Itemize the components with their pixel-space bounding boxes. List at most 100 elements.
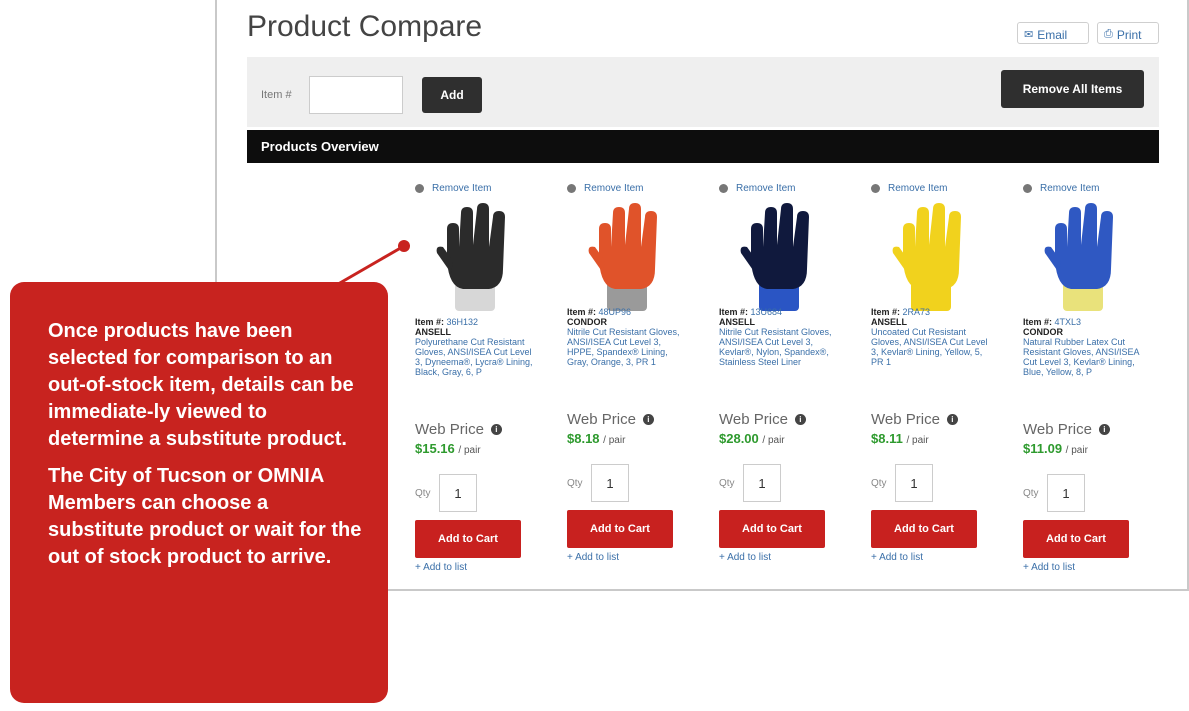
qty-input[interactable]: 1 [1047, 474, 1085, 512]
add-to-list-link[interactable]: + Add to list [719, 552, 771, 563]
remove-circle-icon [871, 184, 880, 193]
remove-circle-icon [415, 184, 424, 193]
info-circle-icon[interactable]: i [946, 414, 958, 425]
add-to-cart-button[interactable]: Add to Cart [1023, 520, 1129, 558]
add-to-list-link[interactable]: + Add to list [415, 562, 467, 573]
add-to-list-link[interactable]: + Add to list [567, 552, 619, 563]
email-label: Email [1037, 27, 1068, 42]
qty-input[interactable]: 1 [895, 464, 933, 502]
callout-paragraph-1: Once products have been selected for com… [48, 320, 354, 450]
qty-label: Qty [567, 478, 583, 489]
remove-item-link[interactable]: Remove Item [719, 183, 795, 194]
remove-item-label: Remove Item [1040, 183, 1100, 194]
envelope-icon: ✉ [1024, 29, 1034, 41]
web-price-label: Web Price i [719, 411, 806, 428]
glove-product-image[interactable] [719, 201, 839, 313]
price-unit: / pair [603, 435, 626, 446]
brand-name: CONDOR [567, 317, 607, 327]
product-description[interactable]: Nitrile Cut Resistant Gloves, ANSI/ISEA … [567, 327, 687, 367]
item-number-value[interactable]: 4TXL3 [1055, 317, 1082, 327]
product-card: Remove Item Item #: 48UP96 CONDOR Nitril… [567, 183, 697, 583]
product-description[interactable]: Uncoated Cut Resistant Gloves, ANSI/ISEA… [871, 327, 991, 367]
remove-circle-icon [719, 184, 728, 193]
web-price-label: Web Price i [1023, 421, 1110, 438]
product-card: Remove Item Item #: 2RA73 ANSELL Uncoate… [871, 183, 1001, 583]
price-unit: / pair [1065, 445, 1088, 456]
add-to-cart-button[interactable]: Add to Cart [871, 510, 977, 548]
remove-item-label: Remove Item [432, 183, 492, 194]
email-button[interactable]: ✉ Email [1017, 22, 1089, 44]
item-number-value[interactable]: 36H132 [447, 317, 479, 327]
product-details: Item #: 2RA73 ANSELL Uncoated Cut Resist… [871, 307, 991, 367]
add-to-list-link[interactable]: + Add to list [871, 552, 923, 563]
web-price-label: Web Price i [415, 421, 502, 438]
glove-product-image[interactable] [567, 201, 687, 313]
price-value: $28.00 [719, 431, 759, 446]
item-number-input[interactable] [309, 76, 403, 114]
price-unit: / pair [458, 445, 481, 456]
compare-toolbar: Item # Add Remove All Items [247, 57, 1159, 127]
product-details: Item #: 48UP96 CONDOR Nitrile Cut Resist… [567, 307, 687, 367]
remove-item-link[interactable]: Remove Item [415, 183, 491, 194]
glove-product-image[interactable] [1023, 201, 1143, 313]
product-details: Item #: 36H132 ANSELL Polyurethane Cut R… [415, 317, 535, 377]
price-value: $11.09 [1023, 441, 1063, 456]
brand-name: ANSELL [719, 317, 755, 327]
callout-paragraph-2: The City of Tucson or OMNIA Members can … [48, 465, 362, 568]
info-circle-icon[interactable]: i [1098, 424, 1110, 435]
remove-item-label: Remove Item [888, 183, 948, 194]
remove-item-link[interactable]: Remove Item [871, 183, 947, 194]
web-price-text: Web Price [1023, 421, 1092, 438]
qty-input[interactable]: 1 [591, 464, 629, 502]
product-details: Item #: 13U684 ANSELL Nitrile Cut Resist… [719, 307, 839, 367]
remove-item-link[interactable]: Remove Item [567, 183, 643, 194]
add-to-list-link[interactable]: + Add to list [1023, 562, 1075, 573]
info-circle-icon[interactable]: i [794, 414, 806, 425]
qty-label: Qty [1023, 488, 1039, 499]
product-description[interactable]: Polyurethane Cut Resistant Gloves, ANSI/… [415, 337, 535, 377]
item-number-value[interactable]: 13U684 [751, 307, 783, 317]
qty-input[interactable]: 1 [439, 474, 477, 512]
page-title: Product Compare [247, 10, 483, 43]
item-number-value[interactable]: 48UP96 [599, 307, 632, 317]
qty-label: Qty [719, 478, 735, 489]
add-item-button[interactable]: Add [422, 77, 482, 113]
item-number-prefix: Item #: [415, 317, 445, 327]
product-description[interactable]: Nitrile Cut Resistant Gloves, ANSI/ISEA … [719, 327, 839, 367]
item-number-value[interactable]: 2RA73 [903, 307, 931, 317]
glove-product-image[interactable] [871, 201, 991, 313]
product-price: $28.00 / pair [719, 431, 785, 446]
product-price: $11.09 / pair [1023, 441, 1088, 456]
products-overview-label: Products Overview [261, 139, 379, 154]
add-to-cart-button[interactable]: Add to Cart [567, 510, 673, 548]
product-description[interactable]: Natural Rubber Latex Cut Resistant Glove… [1023, 337, 1143, 377]
brand-name: ANSELL [415, 327, 451, 337]
remove-all-items-button[interactable]: Remove All Items [1001, 70, 1144, 108]
qty-label: Qty [415, 488, 431, 499]
add-to-cart-button[interactable]: Add to Cart [719, 510, 825, 548]
remove-circle-icon [1023, 184, 1032, 193]
info-circle-icon[interactable]: i [490, 424, 502, 435]
item-number: Item #: 48UP96 [567, 307, 687, 317]
web-price-label: Web Price i [567, 411, 654, 428]
print-button[interactable]: ⎙ Print [1097, 22, 1159, 44]
product-details: Item #: 4TXL3 CONDOR Natural Rubber Late… [1023, 317, 1143, 377]
brand-name: CONDOR [1023, 327, 1063, 337]
price-value: $8.11 [871, 431, 903, 446]
product-price: $15.16 / pair [415, 441, 481, 456]
web-price-text: Web Price [567, 411, 636, 428]
item-number: Item #: 4TXL3 [1023, 317, 1143, 327]
price-unit: / pair [762, 435, 785, 446]
remove-item-link[interactable]: Remove Item [1023, 183, 1099, 194]
web-price-text: Web Price [415, 421, 484, 438]
add-to-cart-button[interactable]: Add to Cart [415, 520, 521, 558]
printer-icon: ⎙ [1104, 28, 1113, 40]
item-number-prefix: Item #: [567, 307, 597, 317]
brand-name: ANSELL [871, 317, 907, 327]
qty-input[interactable]: 1 [743, 464, 781, 502]
glove-product-image[interactable] [415, 201, 535, 313]
remove-item-label: Remove Item [584, 183, 644, 194]
products-overview-header: Products Overview [247, 130, 1159, 163]
web-price-label: Web Price i [871, 411, 958, 428]
info-circle-icon[interactable]: i [642, 414, 654, 425]
